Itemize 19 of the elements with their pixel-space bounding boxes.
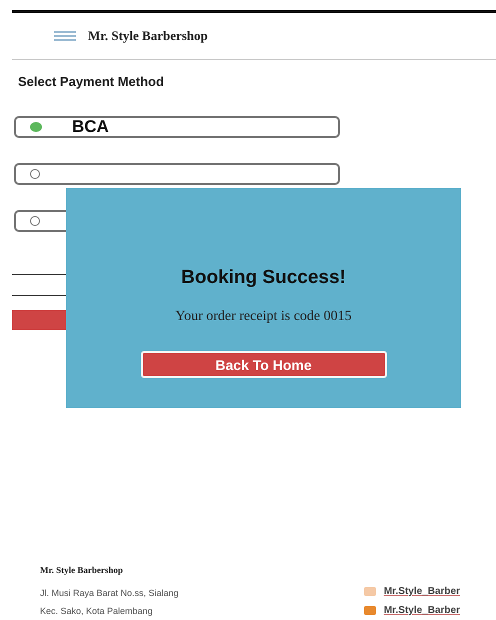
- option-label: BCA: [72, 117, 109, 137]
- payment-option[interactable]: BCA: [14, 116, 340, 138]
- menu-icon[interactable]: [54, 31, 76, 41]
- social-icon[interactable]: [364, 587, 376, 596]
- social-handle-link[interactable]: Mr.Style_Barber: [384, 605, 460, 616]
- radio-button[interactable]: [30, 122, 42, 132]
- section-title: Select Payment Method: [18, 74, 165, 89]
- radio-button[interactable]: [30, 169, 40, 179]
- social-icon[interactable]: [364, 606, 376, 615]
- app-title: Mr. Style Barbershop: [88, 28, 208, 44]
- social-handle-link[interactable]: Mr.Style_Barber: [384, 586, 460, 597]
- receipt-message: Your order receipt is code 0015: [175, 309, 352, 325]
- address-line: Kec. Sako, Kota Palembang: [40, 606, 154, 616]
- radio-button[interactable]: [30, 216, 40, 226]
- payment-option[interactable]: [14, 163, 340, 185]
- address-line: Jl. Musi Raya Barat No.ss, Sialang: [40, 588, 179, 598]
- footer-shop-name: Mr. Style Barbershop: [40, 565, 124, 575]
- back-to-home-button[interactable]: Back To Home: [140, 351, 386, 378]
- dialog-title: Booking Success!: [181, 267, 346, 289]
